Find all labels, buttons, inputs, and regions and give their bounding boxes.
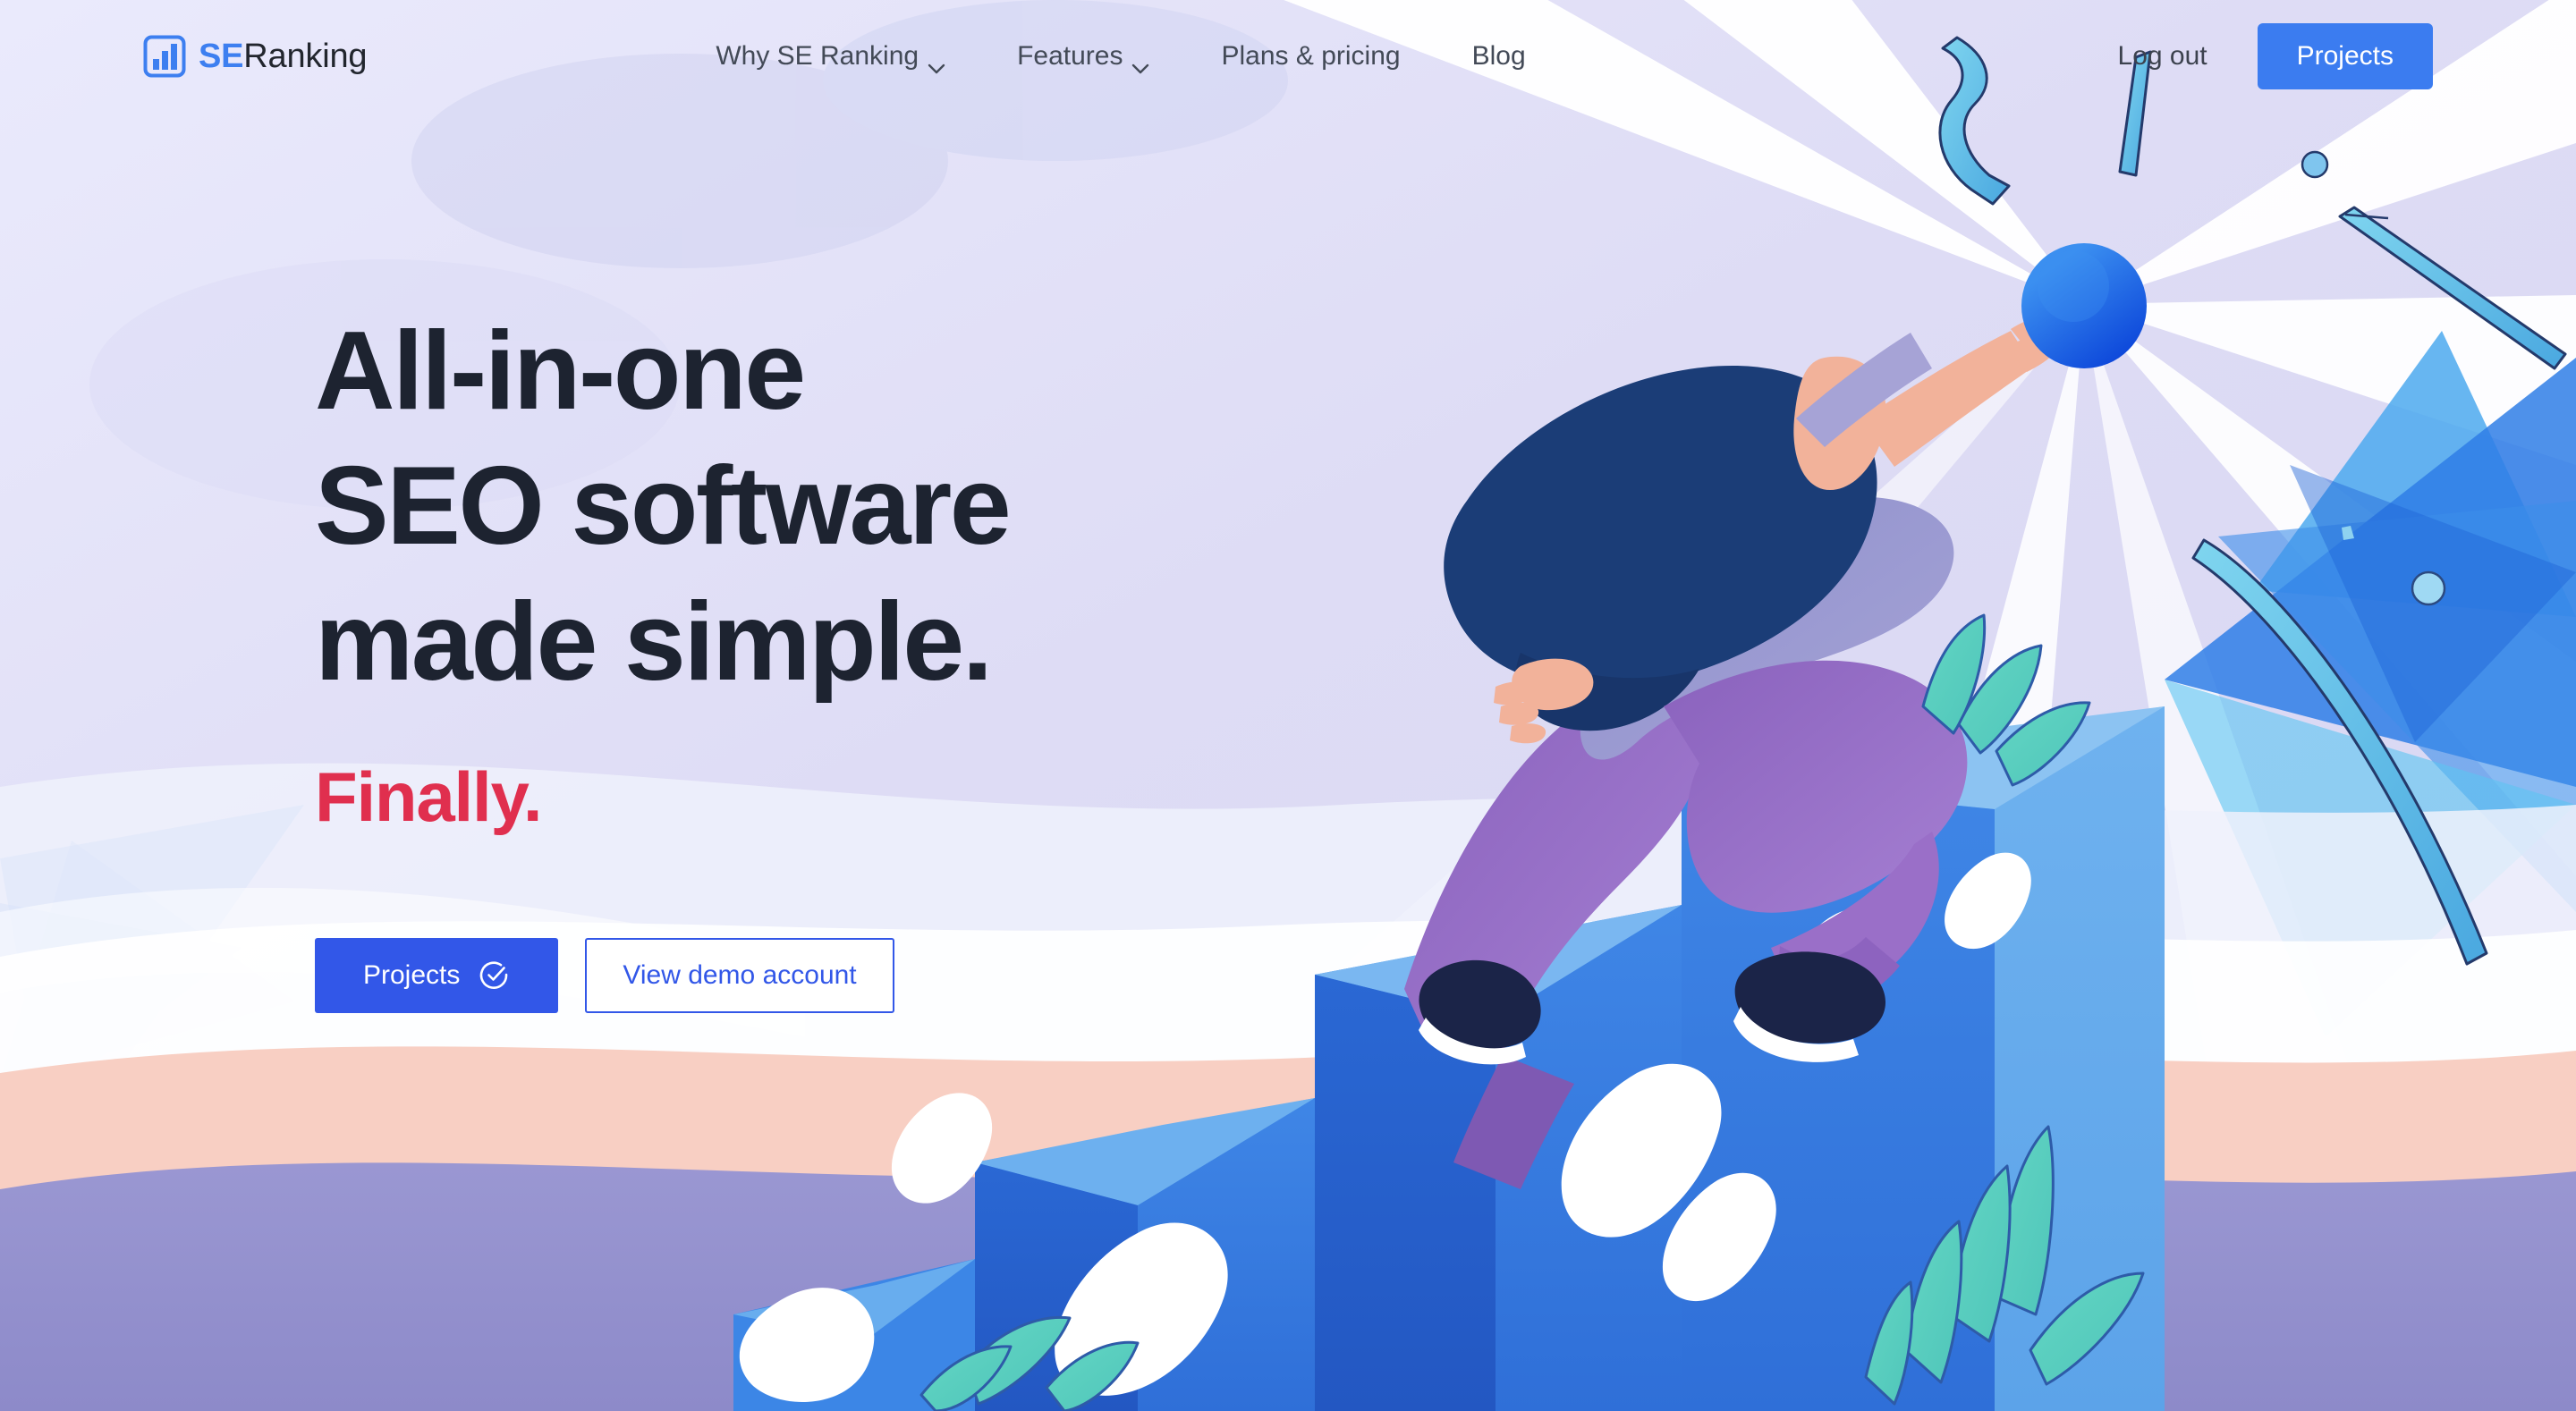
- check-circle-icon: [479, 960, 510, 991]
- hero-headline: All-in-one SEO software made simple.: [315, 309, 1012, 704]
- logout-link[interactable]: Log out: [2118, 41, 2207, 72]
- chevron-down-icon: [1131, 51, 1149, 74]
- hero-subheadline: Finally.: [315, 756, 543, 836]
- header-actions: Log out Projects: [2118, 23, 2433, 89]
- hero-demo-button[interactable]: View demo account: [585, 937, 894, 1013]
- nav-item-label: Features: [1017, 41, 1123, 71]
- header-projects-button[interactable]: Projects: [2257, 23, 2433, 89]
- nav-item-plans-pricing[interactable]: Plans & pricing: [1221, 32, 1400, 80]
- brand-name: SERanking: [199, 37, 368, 76]
- main-navigation: Why SE Ranking Features Plans & pricing …: [716, 32, 1526, 80]
- hero-section: All-in-one SEO software made simple. Fin…: [315, 304, 1343, 1013]
- chevron-down-icon: [928, 51, 945, 74]
- hero-projects-button-label: Projects: [363, 959, 461, 990]
- brand-name-accent: SE: [199, 37, 244, 75]
- hero-cta-group: Projects View demo account: [315, 937, 1343, 1013]
- site-header: SERanking Why SE Ranking Features Plans …: [0, 0, 2576, 113]
- hero-projects-button[interactable]: Projects: [315, 937, 559, 1013]
- bar-chart-icon: [143, 35, 186, 78]
- nav-item-label: Blog: [1471, 41, 1526, 71]
- brand-logo[interactable]: SERanking: [143, 35, 368, 78]
- nav-item-label: Why SE Ranking: [716, 41, 919, 71]
- nav-item-blog[interactable]: Blog: [1472, 32, 1526, 80]
- nav-item-why-se-ranking[interactable]: Why SE Ranking: [716, 32, 945, 80]
- brand-name-rest: Ranking: [243, 37, 368, 75]
- nav-item-features[interactable]: Features: [1017, 32, 1149, 80]
- nav-item-label: Plans & pricing: [1221, 41, 1401, 71]
